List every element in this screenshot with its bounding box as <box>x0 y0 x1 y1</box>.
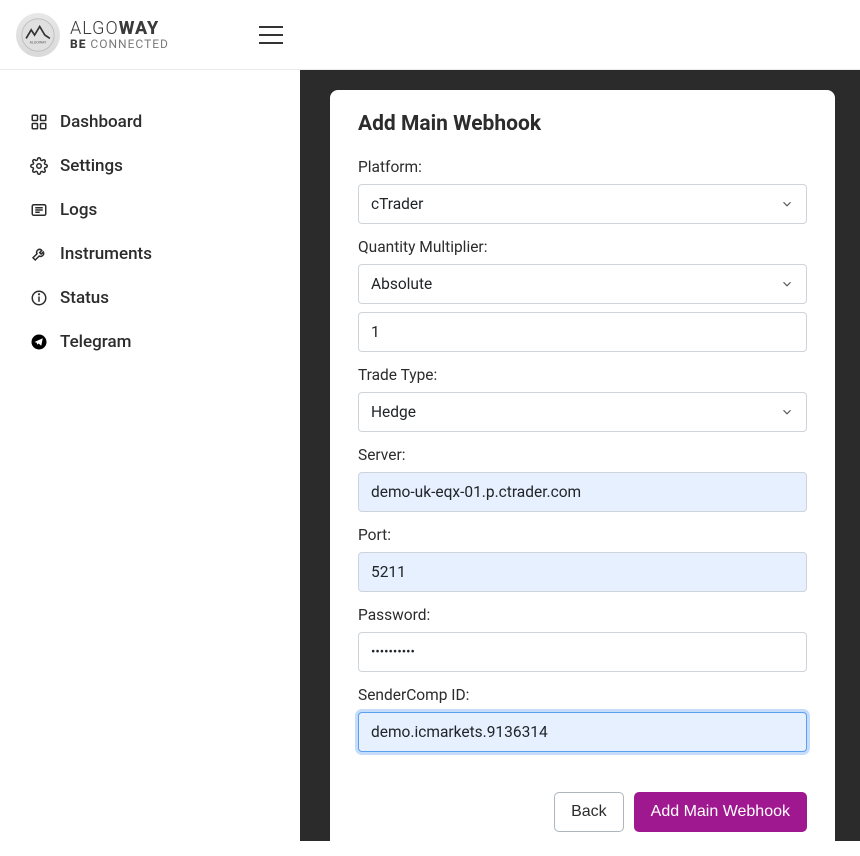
form-card: Add Main Webhook Platform: cTrader Quant… <box>330 90 835 856</box>
password-input[interactable]: •••••••••• <box>358 632 807 672</box>
label-sendercomp: SenderComp ID: <box>358 686 807 704</box>
group-sendercomp: SenderComp ID: demo.icmarkets.9136314 <box>358 686 807 752</box>
brand-bold: WAY <box>119 18 159 39</box>
port-input[interactable]: 5211 <box>358 552 807 592</box>
logo-icon: ALGOWAY <box>21 18 55 52</box>
brand-light: ALGO <box>70 18 119 39</box>
info-icon <box>30 289 48 307</box>
server-value: demo-uk-eqx-01.p.ctrader.com <box>371 483 581 501</box>
sidebar-item-instruments[interactable]: Instruments <box>30 232 290 276</box>
sidebar-item-label: Dashboard <box>60 112 142 132</box>
sidebar-item-label: Status <box>60 288 109 308</box>
qty-multiplier-mode-value: Absolute <box>371 275 432 293</box>
qty-multiplier-value-input[interactable]: 1 <box>358 312 807 352</box>
wrench-icon <box>30 245 48 263</box>
logo-circle: ALGOWAY <box>16 13 60 57</box>
group-server: Server: demo-uk-eqx-01.p.ctrader.com <box>358 446 807 512</box>
brand-bottom-line: BE CONNECTED <box>70 37 169 51</box>
label-server: Server: <box>358 446 807 464</box>
group-trade-type: Trade Type: Hedge <box>358 366 807 432</box>
svg-text:ALGOWAY: ALGOWAY <box>30 40 48 44</box>
gear-icon <box>30 157 48 175</box>
brand-text: ALGOWAY BE CONNECTED <box>70 18 169 51</box>
sidebar-item-status[interactable]: Status <box>30 276 290 320</box>
sidebar-item-label: Telegram <box>60 332 131 352</box>
logs-icon <box>30 201 48 219</box>
brand-bottom-bold: BE <box>70 37 86 51</box>
qty-multiplier-value: 1 <box>371 323 380 341</box>
sidebar-item-label: Settings <box>60 156 123 176</box>
sidebar-item-settings[interactable]: Settings <box>30 144 290 188</box>
group-qty-multiplier: Quantity Multiplier: Absolute 1 <box>358 238 807 352</box>
sendercomp-input[interactable]: demo.icmarkets.9136314 <box>358 712 807 752</box>
server-input[interactable]: demo-uk-eqx-01.p.ctrader.com <box>358 472 807 512</box>
label-trade-type: Trade Type: <box>358 366 807 384</box>
platform-select-value: cTrader <box>371 195 423 213</box>
chevron-down-icon <box>780 405 794 419</box>
back-button[interactable]: Back <box>554 792 624 832</box>
brand-bottom-light: CONNECTED <box>86 37 168 51</box>
sendercomp-value: demo.icmarkets.9136314 <box>371 723 548 741</box>
group-port: Port: 5211 <box>358 526 807 592</box>
label-port: Port: <box>358 526 807 544</box>
chevron-down-icon <box>780 277 794 291</box>
group-password: Password: •••••••••• <box>358 606 807 672</box>
hamburger-menu-icon[interactable] <box>259 26 283 44</box>
card-footer: Back Add Main Webhook <box>358 792 807 832</box>
trade-type-select[interactable]: Hedge <box>358 392 807 432</box>
brand-top-line: ALGOWAY <box>70 18 169 39</box>
trade-type-value: Hedge <box>371 403 416 421</box>
label-platform: Platform: <box>358 158 807 176</box>
card-title: Add Main Webhook <box>358 112 807 136</box>
sidebar-item-dashboard[interactable]: Dashboard <box>30 100 290 144</box>
label-qty-multiplier: Quantity Multiplier: <box>358 238 807 256</box>
sidebar: Dashboard Settings Logs <box>0 70 300 841</box>
header: ALGOWAY ALGOWAY BE CONNECTED <box>0 0 860 70</box>
chevron-down-icon <box>780 197 794 211</box>
add-main-webhook-button[interactable]: Add Main Webhook <box>634 792 807 832</box>
qty-multiplier-mode-select[interactable]: Absolute <box>358 264 807 304</box>
dashboard-icon <box>30 113 48 131</box>
label-password: Password: <box>358 606 807 624</box>
sidebar-item-label: Instruments <box>60 244 152 264</box>
sidebar-item-telegram[interactable]: Telegram <box>30 320 290 364</box>
sidebar-item-label: Logs <box>60 200 97 220</box>
telegram-icon <box>30 333 48 351</box>
port-value: 5211 <box>371 563 406 581</box>
group-platform: Platform: cTrader <box>358 158 807 224</box>
sidebar-item-logs[interactable]: Logs <box>30 188 290 232</box>
password-mask: •••••••••• <box>371 645 415 660</box>
platform-select[interactable]: cTrader <box>358 184 807 224</box>
main-content: Add Main Webhook Platform: cTrader Quant… <box>300 70 860 841</box>
